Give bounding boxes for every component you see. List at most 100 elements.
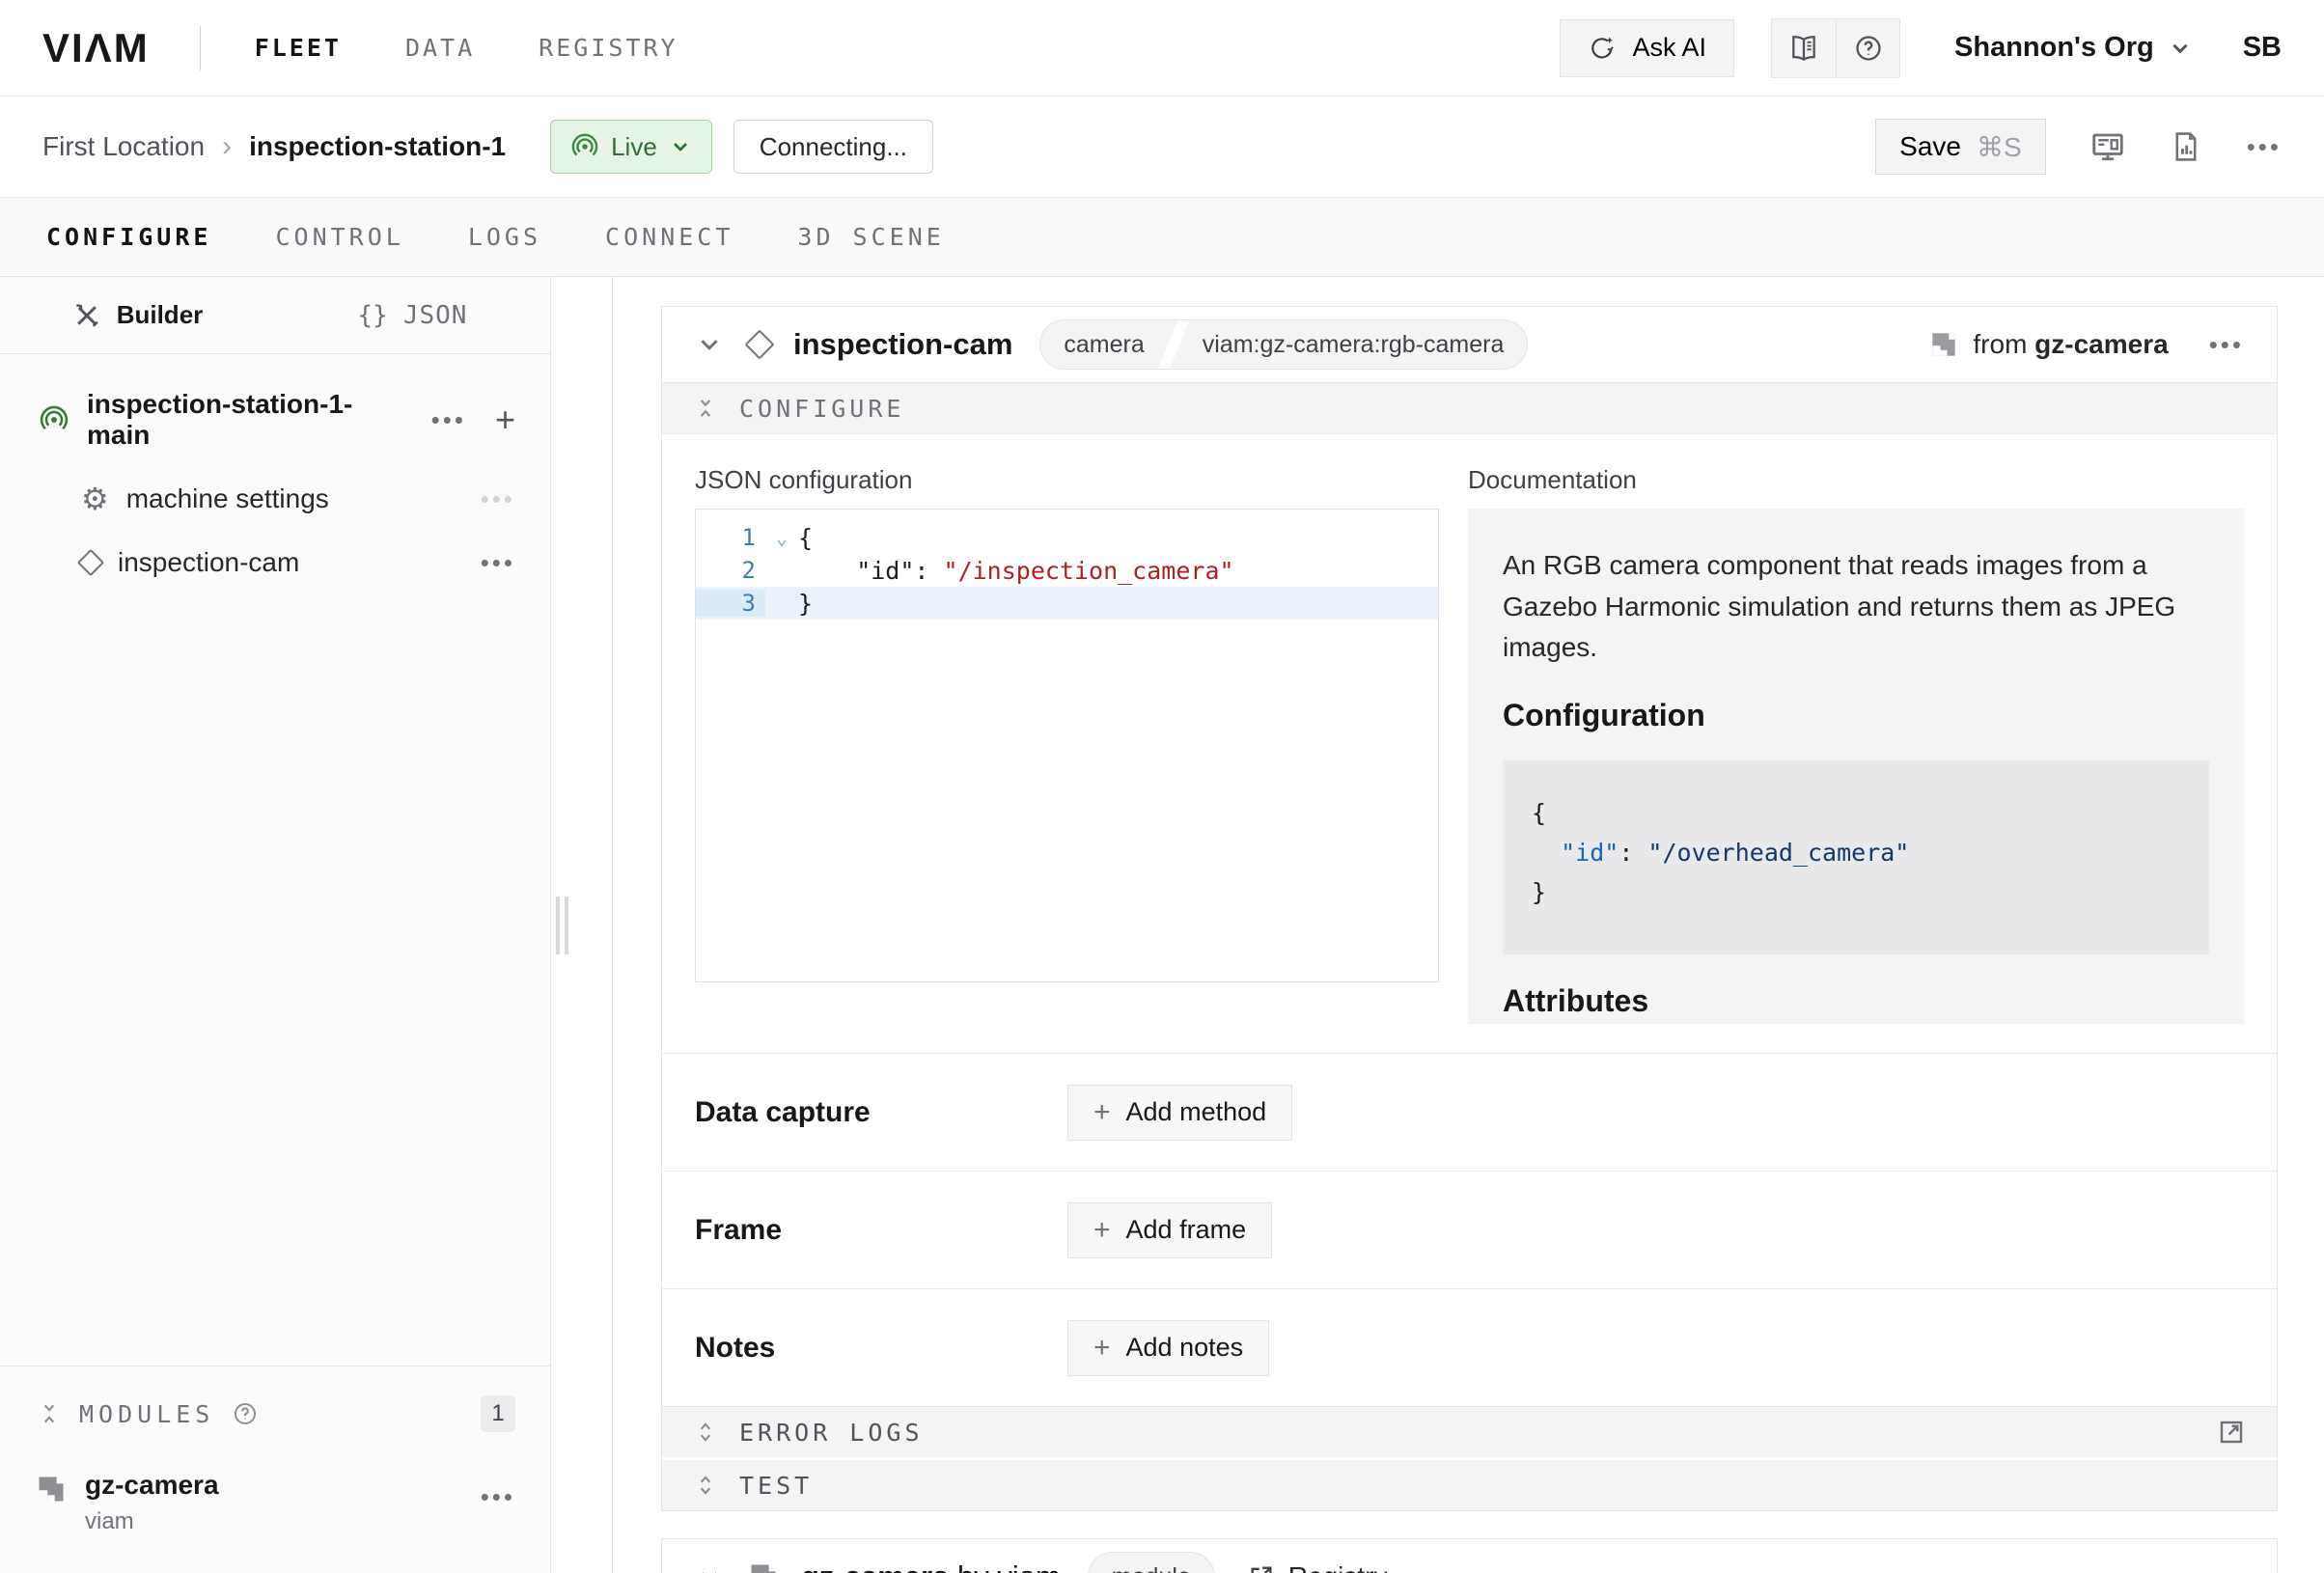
registry-link[interactable]: Registry [1248, 1561, 1388, 1573]
external-link-icon [1248, 1563, 1275, 1573]
ask-ai-button[interactable]: Ask AI [1560, 19, 1734, 77]
notes-label: Notes [695, 1332, 1067, 1365]
component-diamond-icon [77, 549, 104, 576]
mode-builder-label: Builder [117, 300, 204, 330]
broadcast-icon [570, 132, 599, 161]
module-org: viam [85, 1508, 219, 1535]
modules-title: MODULES [79, 1400, 214, 1428]
source-module-name: gz-camera [2034, 329, 2169, 359]
breadcrumb-machine-name: inspection-station-1 [249, 131, 506, 162]
modules-panel: MODULES 1 [0, 1366, 550, 1573]
module-name: gz-camera [85, 1471, 219, 1501]
collapse-section-icon [37, 1401, 62, 1426]
nav-item-fleet[interactable]: FLEET [255, 34, 342, 62]
component-overflow-menu[interactable]: ••• [2209, 332, 2244, 357]
module-overflow-menu[interactable]: ••• [481, 1484, 515, 1509]
test-label: TEST [739, 1472, 813, 1500]
part-overflow-menu[interactable]: ••• [431, 407, 466, 432]
add-notes-button[interactable]: + Add notes [1067, 1320, 1269, 1376]
mode-json[interactable]: {} JSON [275, 277, 550, 353]
component-card-inspection-cam: inspection-cam camera viam:gz-camera:rgb… [661, 306, 2278, 1511]
modules-header[interactable]: MODULES 1 [37, 1395, 515, 1432]
modules-count-badge: 1 [481, 1395, 515, 1432]
documentation-label: Documentation [1468, 465, 2244, 495]
json-config-editor[interactable]: 1 ⌄ { 2 "id": "/inspection_camera" 3 [695, 509, 1439, 982]
viam-logo[interactable]: VIΛM [42, 25, 150, 71]
book-icon [1788, 33, 1819, 64]
remote-display-button[interactable] [2090, 129, 2125, 164]
error-logs-label: ERROR LOGS [739, 1419, 924, 1447]
connecting-button[interactable]: Connecting... [733, 120, 933, 174]
fold-chevron-icon[interactable]: ⌄ [765, 526, 798, 549]
machine-overflow-menu[interactable]: ••• [2247, 134, 2282, 159]
module-tag: module [1088, 1552, 1215, 1573]
frame-label: Frame [695, 1214, 1067, 1247]
item-overflow-menu[interactable]: ••• [481, 550, 515, 575]
chevron-down-icon [2168, 36, 2193, 61]
config-sidebar: Builder {} JSON inspection [0, 277, 551, 1573]
module-icon [749, 1562, 778, 1573]
help-icon-group [1771, 18, 1900, 78]
broadcast-icon [39, 404, 69, 435]
tab-control[interactable]: CONTROL [275, 223, 403, 251]
question-circle-icon [232, 1400, 259, 1427]
from-module-label: from gz-camera [1930, 329, 2168, 360]
nav-item-registry[interactable]: REGISTRY [539, 34, 678, 62]
machine-status-dropdown[interactable]: Live [550, 120, 712, 174]
status-badge: Live [611, 132, 657, 162]
collapse-card-chevron-icon[interactable] [695, 330, 724, 359]
module-card-header: gz-camera by viam module Registry [662, 1539, 2277, 1573]
notes-row: Notes + Add notes [662, 1288, 2277, 1406]
configure-section-bar[interactable]: CONFIGURE [662, 382, 2277, 434]
json-config-label: JSON configuration [695, 465, 1439, 495]
open-logs-external-icon[interactable] [2217, 1418, 2246, 1447]
breadcrumb-location[interactable]: First Location [42, 131, 205, 162]
component-model: viam:gz-camera:rgb-camera [1179, 320, 1528, 369]
add-method-button[interactable]: + Add method [1067, 1085, 1292, 1141]
nav-divider [200, 26, 201, 70]
question-circle-icon [1853, 33, 1884, 64]
component-type: camera [1040, 320, 1167, 369]
primary-nav: FLEET DATA REGISTRY [255, 34, 678, 62]
org-switcher[interactable]: Shannon's Org [1954, 32, 2193, 64]
save-shortcut: ⌘S [1977, 131, 2022, 163]
tab-configure[interactable]: CONFIGURE [46, 223, 211, 251]
test-section-bar[interactable]: TEST [662, 1460, 2277, 1510]
tab-logs[interactable]: LOGS [468, 223, 541, 251]
breadcrumb-separator: › [222, 130, 232, 163]
avatar[interactable]: SB [2243, 32, 2282, 64]
sidebar-drag-handle[interactable] [556, 897, 568, 954]
module-list-item[interactable]: gz-camera viam ••• [37, 1471, 515, 1535]
configure-section-label: CONFIGURE [739, 395, 904, 423]
save-button[interactable]: Save ⌘S [1875, 119, 2046, 175]
module-card-gz-camera: gz-camera by viam module Registry [661, 1538, 2278, 1573]
machine-tabs: CONFIGURE CONTROL LOGS CONNECT 3D SCENE [0, 198, 2324, 277]
collapse-card-chevron-icon[interactable] [695, 1562, 724, 1573]
tab-connect[interactable]: CONNECT [605, 223, 733, 251]
monitor-icon [2090, 129, 2125, 164]
plus-icon: + [1093, 1216, 1111, 1245]
tree-item-machine-settings[interactable]: ⚙ machine settings ••• [39, 483, 515, 514]
mode-builder[interactable]: Builder [0, 277, 275, 353]
module-card-title: gz-camera by viam [801, 1559, 1061, 1573]
doc-configuration-heading: Configuration [1503, 698, 2209, 733]
error-logs-section-bar[interactable]: ERROR LOGS [662, 1407, 2277, 1457]
component-diamond-icon [744, 329, 774, 359]
tree-root-machine-part[interactable]: inspection-station-1-main ••• + [39, 389, 515, 451]
top-nav: VIΛM FLEET DATA REGISTRY Ask AI [0, 0, 2324, 97]
add-frame-button[interactable]: + Add frame [1067, 1202, 1272, 1258]
mode-json-label: JSON [403, 301, 468, 330]
help-button[interactable] [1836, 19, 1899, 77]
add-component-button[interactable]: + [495, 402, 515, 437]
tab-3d-scene[interactable]: 3D SCENE [797, 223, 944, 251]
tree-item-inspection-cam[interactable]: inspection-cam ••• [39, 547, 515, 578]
data-capture-label: Data capture [695, 1096, 1067, 1129]
plus-icon: + [1093, 1098, 1111, 1127]
viam-app: VIΛM FLEET DATA REGISTRY Ask AI [0, 0, 2324, 1573]
docs-button[interactable] [1772, 19, 1836, 77]
logs-file-button[interactable] [2170, 130, 2202, 163]
item-overflow-menu[interactable]: ••• [481, 486, 515, 511]
frame-row: Frame + Add frame [662, 1171, 2277, 1288]
doc-attributes-heading: Attributes [1503, 983, 2209, 1019]
nav-item-data[interactable]: DATA [405, 34, 475, 62]
